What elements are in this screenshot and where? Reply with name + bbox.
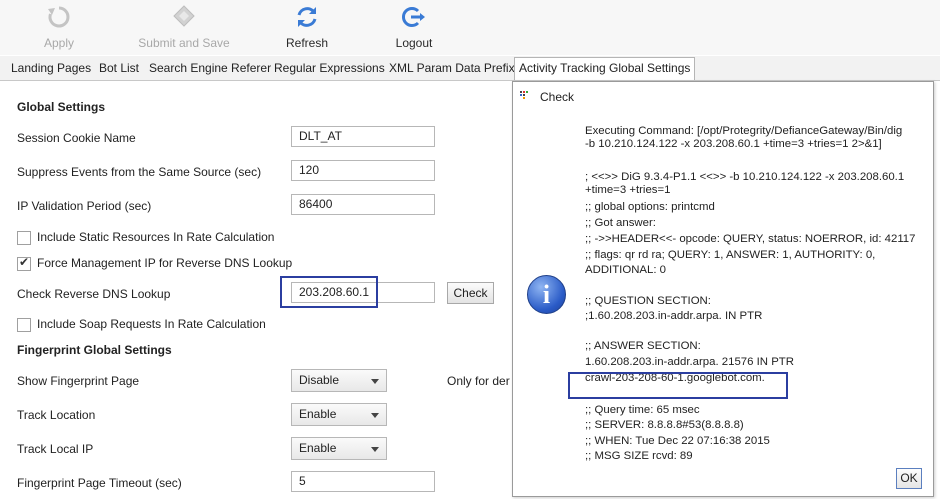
output-line: 1.60.208.203.in-addr.arpa. 21576 IN PTR xyxy=(585,356,794,368)
output-line: ;; MSG SIZE rcvd: 89 xyxy=(585,450,693,462)
output-line: ;; QUESTION SECTION: xyxy=(585,295,711,307)
suppress-events-label: Suppress Events from the Same Source (se… xyxy=(17,165,262,179)
output-line: ;; ANSWER SECTION: xyxy=(585,340,701,352)
toolbar: Apply Submit and Save Refresh Logout xyxy=(0,0,940,55)
fingerprint-timeout-label: Fingerprint Page Timeout (sec) xyxy=(17,476,182,490)
apply-label: Apply xyxy=(43,36,75,50)
suppress-events-field[interactable]: 120 xyxy=(291,160,435,181)
output-line: ;; global options: printcmd xyxy=(585,201,715,213)
tab-activity-tracking-global-settings[interactable]: Activity Tracking Global Settings xyxy=(514,57,696,80)
tab-regular-expressions[interactable]: Regular Expressions xyxy=(274,59,385,78)
output-line: ;; flags: qr rd ra; QUERY: 1, ANSWER: 1,… xyxy=(585,249,876,261)
ip-validation-label: IP Validation Period (sec) xyxy=(17,199,152,213)
tab-xml-param-data-prefix[interactable]: XML Param Data Prefix xyxy=(389,59,515,78)
apply-button[interactable]: Apply xyxy=(4,4,114,50)
tab-search-engine-referer[interactable]: Search Engine Referer xyxy=(149,59,271,78)
ip-validation-field[interactable]: 86400 xyxy=(291,194,435,215)
check-button[interactable]: Check xyxy=(447,282,494,304)
info-icon: i xyxy=(527,275,566,314)
check-dialog: Check i Executing Command: [/opt/Protegr… xyxy=(512,81,934,497)
highlight-box-hostname xyxy=(568,372,788,399)
output-line: +time=3 +tries=1 xyxy=(585,184,671,196)
output-line: -b 10.210.124.122 -x 203.208.60.1 +time=… xyxy=(585,138,882,150)
track-location-label: Track Location xyxy=(17,408,96,422)
tab-landing-pages[interactable]: Landing Pages xyxy=(11,59,91,78)
output-line: ;; Query time: 65 msec xyxy=(585,404,700,416)
tab-bar: Landing Pages Bot List Search Engine Ref… xyxy=(0,56,940,81)
session-cookie-field[interactable]: DLT_AT xyxy=(291,126,435,147)
force-management-checkbox[interactable]: ✔ xyxy=(17,255,31,271)
track-local-ip-label: Track Local IP xyxy=(17,442,94,456)
checkmark-icon: ✔ xyxy=(19,255,30,269)
force-management-label: Force Management IP for Reverse DNS Look… xyxy=(37,256,293,270)
static-resources-checkbox[interactable] xyxy=(17,231,31,245)
dialog-title: Check xyxy=(540,90,575,104)
track-local-ip-select[interactable]: Enable xyxy=(291,437,387,460)
show-fingerprint-label: Show Fingerprint Page xyxy=(17,374,140,388)
submit-save-label: Submit and Save xyxy=(138,36,230,50)
tab-bot-list[interactable]: Bot List xyxy=(99,59,139,78)
chevron-down-icon xyxy=(371,379,379,384)
track-location-select[interactable]: Enable xyxy=(291,403,387,426)
track-location-value: Enable xyxy=(299,407,337,421)
chevron-down-icon xyxy=(371,447,379,452)
show-fingerprint-select[interactable]: Disable xyxy=(291,369,387,392)
app-icon xyxy=(520,91,528,99)
logout-icon xyxy=(402,7,425,27)
only-for-note: Only for der xyxy=(447,374,510,388)
check-reverse-dns-label: Check Reverse DNS Lookup xyxy=(17,287,171,301)
soap-requests-checkbox[interactable] xyxy=(17,318,31,332)
fingerprint-timeout-field[interactable]: 5 xyxy=(291,471,435,492)
global-settings-title: Global Settings xyxy=(17,100,106,114)
highlight-box-ip xyxy=(280,276,378,308)
refresh-icon xyxy=(297,7,317,27)
diamond-save-icon xyxy=(173,5,195,27)
output-line: ;; WHEN: Tue Dec 22 07:16:38 2015 xyxy=(585,435,770,447)
submit-save-button[interactable]: Submit and Save xyxy=(129,4,239,50)
output-line: ADDITIONAL: 0 xyxy=(585,264,667,276)
output-line: ;; Got answer: xyxy=(585,217,656,229)
session-cookie-label: Session Cookie Name xyxy=(17,131,136,145)
refresh-button[interactable]: Refresh xyxy=(252,4,362,50)
static-resources-label: Include Static Resources In Rate Calcula… xyxy=(37,230,275,244)
chevron-down-icon xyxy=(371,413,379,418)
dialog-titlebar: Check xyxy=(513,82,933,110)
output-line: Executing Command: [/opt/Protegrity/Defi… xyxy=(585,125,903,137)
output-line: ;1.60.208.203.in-addr.arpa. IN PTR xyxy=(585,310,763,322)
undo-arrow-icon xyxy=(48,6,70,28)
soap-requests-label: Include Soap Requests In Rate Calculatio… xyxy=(37,317,266,331)
fingerprint-settings-title: Fingerprint Global Settings xyxy=(17,343,172,357)
output-line: ;; SERVER: 8.8.8.8#53(8.8.8.8) xyxy=(585,419,744,431)
refresh-label: Refresh xyxy=(285,36,329,50)
output-line: ; <<>> DiG 9.3.4-P1.1 <<>> -b 10.210.124… xyxy=(585,171,905,183)
output-line: ;; ->>HEADER<<- opcode: QUERY, status: N… xyxy=(585,233,916,245)
ok-button[interactable]: OK xyxy=(896,468,922,489)
logout-label: Logout xyxy=(395,36,433,50)
track-local-ip-value: Enable xyxy=(299,441,337,455)
logout-button[interactable]: Logout xyxy=(359,4,469,50)
show-fingerprint-value: Disable xyxy=(299,373,340,387)
